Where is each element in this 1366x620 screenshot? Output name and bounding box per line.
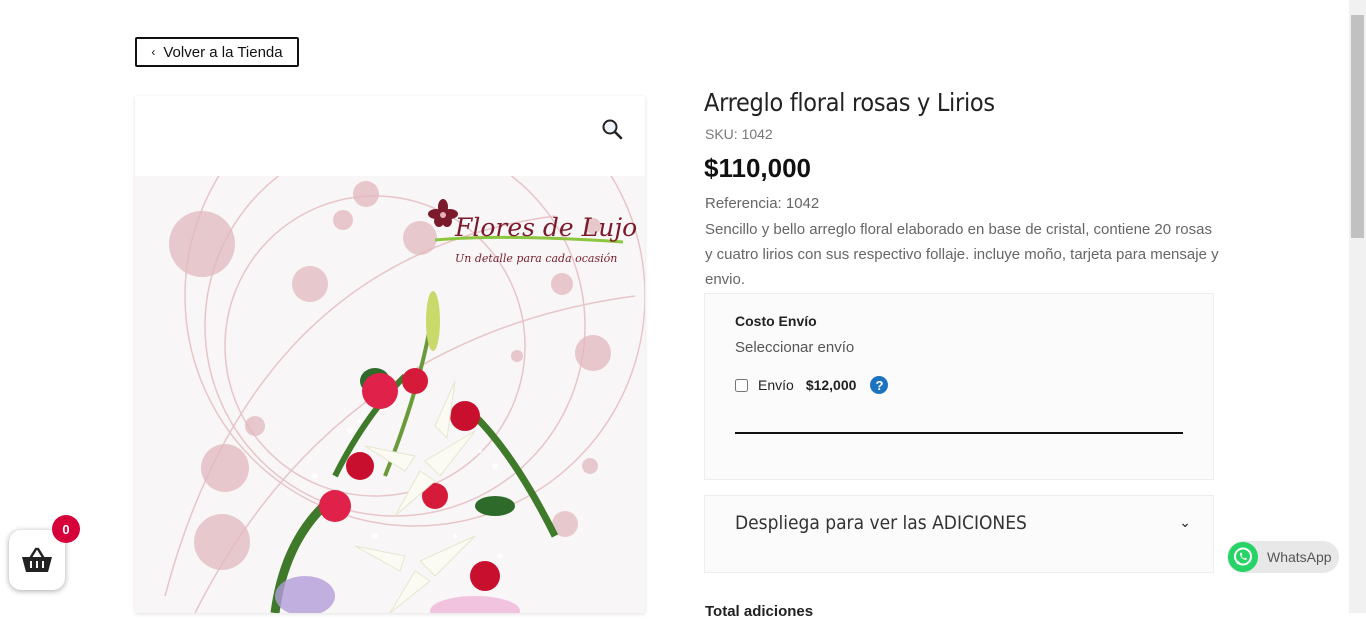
chevron-down-icon: ⌄: [1179, 514, 1191, 530]
cart-count-badge: 0: [52, 515, 80, 543]
shipping-divider: [735, 432, 1183, 434]
back-to-store-button[interactable]: ‹ Volver a la Tienda: [135, 37, 299, 67]
product-image[interactable]: Flores de Lujo Un detalle para cada ocas…: [135, 176, 645, 613]
whatsapp-label: WhatsApp: [1267, 549, 1332, 565]
addons-accordion[interactable]: Despliega para ver las ADICIONES ⌄: [704, 495, 1214, 573]
basket-icon: [22, 547, 52, 572]
product-sku: SKU: 1042: [705, 126, 773, 142]
shipping-checkbox[interactable]: [735, 378, 748, 392]
flower-arrangement-image: Flores de Lujo Un detalle para cada ocas…: [135, 176, 645, 613]
scrollbar-thumb[interactable]: [1351, 15, 1364, 238]
product-title: Arreglo floral rosas y Lirios: [704, 88, 995, 117]
addons-total-label: Total adiciones: [705, 603, 814, 620]
page-scrollbar[interactable]: [1349, 0, 1366, 613]
zoom-icon[interactable]: [601, 118, 623, 140]
whatsapp-icon: [1228, 542, 1258, 572]
back-to-store-label: Volver a la Tienda: [163, 43, 283, 61]
product-gallery: Flores de Lujo Un detalle para cada ocas…: [135, 96, 645, 613]
shipping-options-panel: Costo Envío Seleccionar envío Envío $12,…: [704, 293, 1214, 480]
product-description: Sencillo y bello arreglo floral elaborad…: [705, 221, 1219, 288]
help-icon[interactable]: ?: [870, 376, 889, 394]
shipping-title: Costo Envío: [735, 313, 817, 329]
svg-text:Un detalle para cada ocasión: Un detalle para cada ocasión: [455, 252, 617, 265]
svg-text:Flores de Lujo: Flores de Lujo: [454, 213, 637, 242]
shipping-option-price: $12,000: [805, 377, 857, 393]
shipping-select-label: Seleccionar envío: [735, 339, 855, 356]
whatsapp-button[interactable]: WhatsApp: [1227, 541, 1339, 573]
addons-label: Despliega para ver las ADICIONES: [735, 512, 1027, 534]
product-price: $110,000: [704, 153, 812, 183]
product-reference: Referencia: 1042: [705, 195, 820, 212]
shipping-option-row: Envío $12,000 ?: [735, 376, 889, 394]
chevron-left-icon: ‹: [151, 45, 156, 59]
shipping-option-label: Envío: [758, 377, 794, 393]
